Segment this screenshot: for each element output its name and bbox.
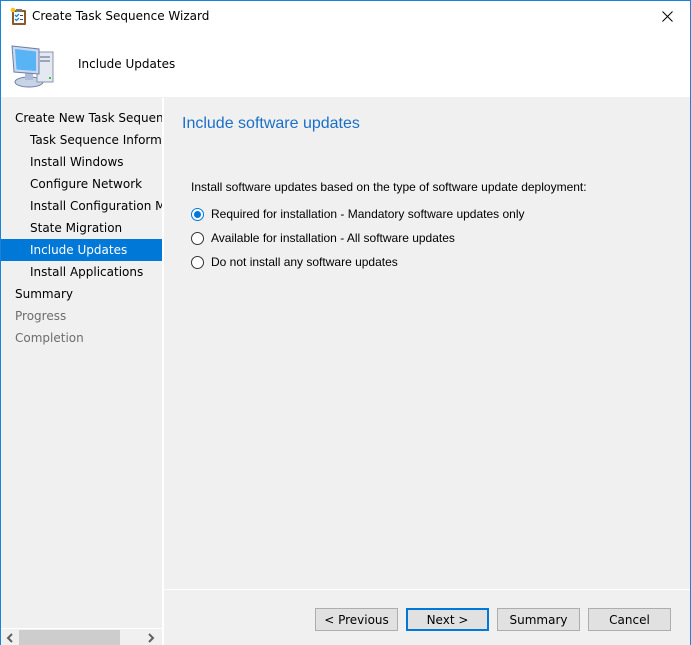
close-button[interactable] xyxy=(644,1,690,32)
footer-divider xyxy=(164,589,690,590)
previous-button[interactable]: < Previous xyxy=(315,608,398,631)
sidebar-horizontal-scrollbar[interactable] xyxy=(1,628,162,645)
wizard-steps-sidebar: Create New Task Sequence Task Sequence I… xyxy=(1,98,162,645)
title-bar: Create Task Sequence Wizard xyxy=(1,1,690,32)
radio-option-available[interactable]: Available for installation - All softwar… xyxy=(191,229,455,247)
header-title: Include Updates xyxy=(78,57,176,71)
radio-label-required: Required for installation - Mandatory so… xyxy=(211,207,525,221)
cancel-button[interactable]: Cancel xyxy=(588,608,671,631)
close-icon xyxy=(661,11,673,22)
radio-button[interactable] xyxy=(191,231,204,245)
radio-label-available: Available for installation - All softwar… xyxy=(211,231,455,245)
sidebar-item-state-migration[interactable]: State Migration xyxy=(1,217,162,239)
radio-label-do-not-install: Do not install any software updates xyxy=(211,255,398,269)
clipboard-checklist-icon xyxy=(10,7,26,25)
sidebar-item-install-configuration-manager[interactable]: Install Configuration Manager xyxy=(1,195,162,217)
sidebar-item-summary[interactable]: Summary xyxy=(1,283,162,305)
update-deployment-prompt: Install software updates based on the ty… xyxy=(191,180,587,194)
sidebar-item-completion: Completion xyxy=(15,331,84,345)
radio-option-required[interactable]: Required for installation - Mandatory so… xyxy=(191,205,525,223)
radio-option-do-not-install[interactable]: Do not install any software updates xyxy=(191,253,398,271)
sidebar-item-progress: Progress xyxy=(15,309,67,323)
sidebar-item-task-sequence-information[interactable]: Task Sequence Information xyxy=(1,129,162,151)
radio-button[interactable] xyxy=(191,255,204,269)
next-button[interactable]: Next > xyxy=(406,608,489,631)
sidebar-item-configure-network[interactable]: Configure Network xyxy=(1,173,162,195)
scroll-right-arrow-icon[interactable] xyxy=(145,632,157,644)
main-panel: Include software updates Install softwar… xyxy=(164,98,690,645)
computer-icon xyxy=(11,45,54,88)
window-title: Create Task Sequence Wizard xyxy=(32,9,210,23)
sidebar-item-create-new-task-sequence[interactable]: Create New Task Sequence xyxy=(1,107,162,129)
page-title: Include software updates xyxy=(182,115,360,132)
radio-button-checked[interactable] xyxy=(191,207,204,221)
scrollbar-thumb[interactable] xyxy=(19,630,120,645)
wizard-header: Include Updates xyxy=(1,32,690,97)
sidebar-item-install-applications[interactable]: Install Applications xyxy=(1,261,162,283)
summary-button[interactable]: Summary xyxy=(497,608,580,631)
sidebar-item-include-updates[interactable]: Include Updates xyxy=(1,239,162,261)
scroll-left-arrow-icon[interactable] xyxy=(4,632,16,644)
sidebar-item-install-windows[interactable]: Install Windows xyxy=(1,151,162,173)
wizard-window: Create Task Sequence Wizard Include Upda… xyxy=(0,0,691,645)
